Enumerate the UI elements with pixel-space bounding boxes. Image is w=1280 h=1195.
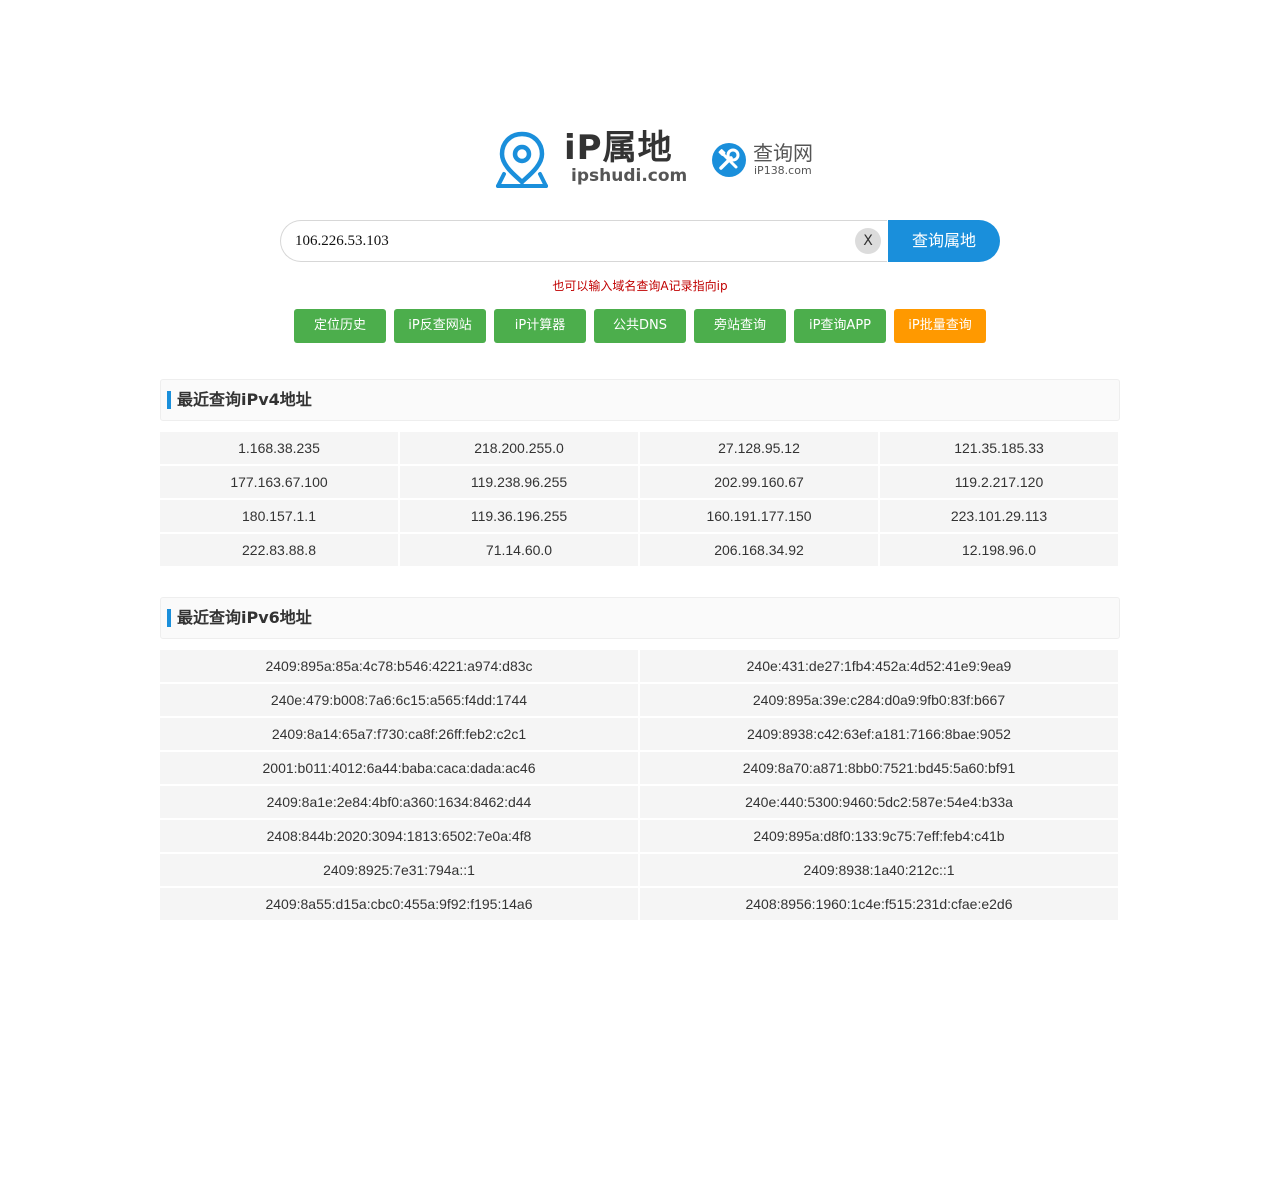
quick-link-button[interactable]: iP查询APP [794,309,886,343]
ipv6-link[interactable]: 2408:8956:1960:1c4e:f515:231d:cfae:e2d6 [640,888,1118,920]
ipv6-link[interactable]: 2409:895a:39e:c284:d0a9:9fb0:83f:b667 [640,684,1118,716]
ipv4-link[interactable]: 71.14.60.0 [400,534,638,566]
ipv4-link[interactable]: 160.191.177.150 [640,500,878,532]
ipv6-list: 2409:895a:85a:4c78:b546:4221:a974:d83c 24… [160,650,1120,920]
ipv4-link[interactable]: 27.128.95.12 [640,432,878,464]
section-accent-bar [167,391,171,409]
ipv4-link[interactable]: 119.238.96.255 [400,466,638,498]
search-hint: 也可以输入域名查询A记录指向ip [552,279,728,293]
quick-link-button[interactable]: iP反查网站 [394,309,486,343]
quick-link-button[interactable]: 公共DNS [594,309,686,343]
ipv4-link[interactable]: 222.83.88.8 [160,534,398,566]
ipv6-link[interactable]: 2409:8a1e:2e84:4bf0:a360:1634:8462:d44 [160,786,638,818]
clear-button[interactable]: X [855,228,881,254]
ipv4-section-title: 最近查询iPv4地址 [177,390,312,409]
ipv4-link[interactable]: 206.168.34.92 [640,534,878,566]
partner-title: 查询网 [753,141,813,165]
ipv4-list: 1.168.38.235 218.200.255.0 27.128.95.12 121… [160,432,1120,566]
search-button[interactable]: 查询属地 [888,220,1000,262]
location-pin-icon [496,131,548,188]
search-box: X [280,220,887,262]
ipv4-link[interactable]: 223.101.29.113 [880,500,1118,532]
ipv6-link[interactable]: 2001:b011:4012:6a44:baba:caca:dada:ac46 [160,752,638,784]
ipv6-link[interactable]: 2409:8a14:65a7:f730:ca8f:26ff:feb2:c2c1 [160,718,638,750]
ipv4-link[interactable]: 12.198.96.0 [880,534,1118,566]
ipv4-link[interactable]: 1.168.38.235 [160,432,398,464]
ipv6-link[interactable]: 240e:431:de27:1fb4:452a:4d52:41e9:9ea9 [640,650,1118,682]
ipv4-link[interactable]: 177.163.67.100 [160,466,398,498]
ipv6-section-title: 最近查询iPv6地址 [177,608,312,627]
quick-link-button[interactable]: 定位历史 [294,309,386,343]
ipv6-link[interactable]: 2409:8a70:a871:8bb0:7521:bd45:5a60:bf91 [640,752,1118,784]
ip-search-input[interactable] [295,229,835,253]
site-logo[interactable]: iP属地 ipshudi.com [494,128,688,190]
ipv6-link[interactable]: 2409:8938:1a40:212c::1 [640,854,1118,886]
tools-icon [712,143,746,177]
ipv4-link[interactable]: 202.99.160.67 [640,466,878,498]
quick-link-button[interactable]: 旁站查询 [694,309,786,343]
logo-title: iP属地 [564,128,673,168]
ipv6-link[interactable]: 2409:8938:c42:63ef:a181:7166:8bae:9052 [640,718,1118,750]
quick-link-button[interactable]: iP计算器 [494,309,586,343]
search-bar: X 查询属地 [280,220,1000,262]
partner-logo[interactable]: 查询网 iP138.com [712,141,822,181]
logo-domain: ipshudi.com [571,166,688,186]
ipv6-link[interactable]: 2409:8925:7e31:794a::1 [160,854,638,886]
ipv6-section-header: 最近查询iPv6地址 [160,597,1120,639]
ipv6-link[interactable]: 2409:895a:d8f0:133:9c75:7eff:feb4:c41b [640,820,1118,852]
ipv4-section-header: 最近查询iPv4地址 [160,379,1120,421]
partner-domain: iP138.com [754,164,812,177]
ipv6-link[interactable]: 240e:479:b008:7a6:6c15:a565:f4dd:1744 [160,684,638,716]
quick-links: 定位历史 iP反查网站 iP计算器 公共DNS 旁站查询 iP查询APP iP批量查询 [294,309,994,343]
ipv4-link[interactable]: 218.200.255.0 [400,432,638,464]
header-logos: iP属地 ipshudi.com 查询网 iP138.com [0,128,1280,190]
ipv6-link[interactable]: 2409:8a55:d15a:cbc0:455a:9f92:f195:14a6 [160,888,638,920]
ipv6-link[interactable]: 2408:844b:2020:3094:1813:6502:7e0a:4f8 [160,820,638,852]
ipv4-link[interactable]: 180.157.1.1 [160,500,398,532]
ipv6-link[interactable]: 240e:440:5300:9460:5dc2:587e:54e4:b33a [640,786,1118,818]
ipv6-link[interactable]: 2409:895a:85a:4c78:b546:4221:a974:d83c [160,650,638,682]
ipv4-link[interactable]: 119.2.217.120 [880,466,1118,498]
ipv4-link[interactable]: 121.35.185.33 [880,432,1118,464]
ipv4-link[interactable]: 119.36.196.255 [400,500,638,532]
quick-link-button[interactable]: iP批量查询 [894,309,986,343]
section-accent-bar [167,609,171,627]
